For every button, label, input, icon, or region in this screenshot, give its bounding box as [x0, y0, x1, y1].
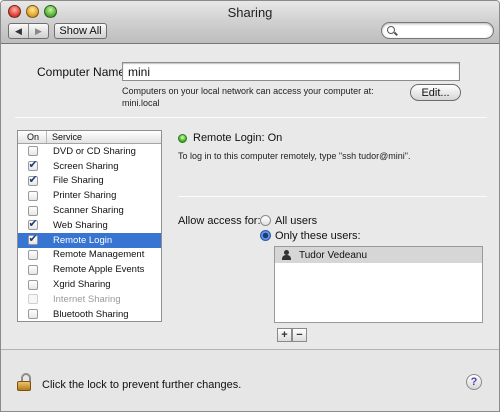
service-checkbox[interactable] [27, 264, 38, 275]
service-name: Internet Sharing [53, 293, 121, 305]
service-name: Web Sharing [53, 219, 108, 231]
checkbox-cell [18, 249, 47, 260]
service-row[interactable]: Printer Sharing [18, 188, 161, 203]
only-these-users-label[interactable]: Only these users: [275, 230, 361, 242]
computer-name-input[interactable]: mini [122, 62, 460, 81]
checkbox-cell [18, 309, 47, 320]
checkbox-cell [18, 294, 47, 305]
only-these-users-radio[interactable] [260, 230, 271, 241]
on-column-header[interactable]: On [18, 131, 47, 143]
service-row[interactable]: Internet Sharing [18, 292, 161, 307]
service-row[interactable]: Screen Sharing [18, 158, 161, 174]
all-users-label[interactable]: All users [275, 215, 317, 227]
service-row[interactable]: DVD or CD Sharing [18, 144, 161, 159]
all-users-radio[interactable] [260, 215, 271, 226]
service-name: Scanner Sharing [53, 205, 124, 217]
service-name: Remote Apple Events [53, 264, 145, 276]
service-checkbox[interactable] [27, 158, 38, 172]
checkbox-cell [18, 264, 47, 275]
remove-user-button[interactable]: − [292, 328, 307, 342]
back-arrow-icon[interactable]: ◀ [9, 24, 28, 38]
list-item[interactable]: Tudor Vedeanu [275, 247, 482, 263]
divider [15, 117, 487, 118]
help-button[interactable]: ? [466, 374, 482, 390]
service-checkbox[interactable] [27, 173, 38, 186]
checkbox-cell [18, 158, 47, 172]
service-row[interactable]: File Sharing [18, 173, 161, 189]
allowed-users-list[interactable]: Tudor Vedeanu [274, 246, 483, 323]
checkbox-cell [18, 217, 47, 231]
allow-access-label: Allow access for: [178, 215, 261, 227]
add-user-button[interactable]: + [277, 328, 292, 342]
status-indicator-icon [178, 134, 187, 143]
service-name: Remote Login [53, 234, 113, 246]
computer-name-description: Computers on your local network can acce… [122, 85, 374, 109]
service-name: DVD or CD Sharing [53, 145, 136, 157]
checkbox-cell [18, 146, 47, 157]
service-checkbox[interactable] [27, 232, 38, 246]
service-checkbox[interactable] [27, 217, 38, 231]
service-status: Remote Login: On [193, 132, 283, 144]
titlebar: Sharing ◀ ▶ Show All [1, 1, 499, 44]
window-title: Sharing [227, 5, 273, 20]
edit-button[interactable]: Edit... [410, 84, 461, 101]
service-checkbox[interactable] [27, 205, 38, 216]
service-checkbox [27, 294, 38, 305]
service-row[interactable]: Remote Apple Events [18, 262, 161, 277]
service-list-header: On Service [18, 131, 161, 144]
show-all-button[interactable]: Show All [54, 23, 107, 39]
service-name: Screen Sharing [53, 160, 119, 172]
service-row[interactable]: Xgrid Sharing [18, 277, 161, 292]
sharing-window: Sharing ◀ ▶ Show All Computer Name: mini… [0, 0, 500, 412]
service-row[interactable]: Remote Login [18, 232, 161, 248]
service-row[interactable]: Remote Management [18, 248, 161, 263]
service-row[interactable]: Web Sharing [18, 217, 161, 233]
checkbox-cell [18, 279, 47, 290]
computer-name-label: Computer Name: [37, 65, 129, 79]
back-forward-control: ◀ ▶ [8, 23, 49, 39]
divider [178, 196, 487, 197]
service-checkbox[interactable] [27, 279, 38, 290]
search-icon [387, 26, 395, 34]
service-name: Printer Sharing [53, 190, 117, 202]
checkbox-cell [18, 232, 47, 246]
local-hostname: mini.local [122, 98, 160, 108]
service-checkbox[interactable] [27, 309, 38, 320]
lock-icon[interactable] [17, 373, 31, 391]
checkbox-cell [18, 190, 47, 201]
service-info: To log in to this computer remotely, typ… [178, 151, 411, 161]
service-name: Bluetooth Sharing [53, 308, 129, 320]
service-checkbox[interactable] [27, 190, 38, 201]
lock-message: Click the lock to prevent further change… [42, 379, 242, 391]
search-field[interactable] [381, 22, 494, 39]
service-column-header[interactable]: Service [47, 131, 82, 143]
service-name: Xgrid Sharing [53, 279, 111, 291]
service-name: Remote Management [53, 249, 145, 261]
service-checkbox[interactable] [27, 249, 38, 260]
description-line: Computers on your local network can acce… [122, 86, 374, 96]
user-icon [281, 250, 291, 260]
service-checkbox[interactable] [27, 146, 38, 157]
checkbox-cell [18, 205, 47, 216]
forward-arrow-icon[interactable]: ▶ [28, 24, 48, 38]
service-list[interactable]: On Service DVD or CD Sharing Screen Shari… [17, 130, 162, 322]
service-name: File Sharing [53, 175, 104, 187]
service-row[interactable]: Scanner Sharing [18, 203, 161, 218]
service-row[interactable]: Bluetooth Sharing [18, 307, 161, 321]
checkbox-cell [18, 173, 47, 186]
user-name: Tudor Vedeanu [299, 249, 368, 261]
